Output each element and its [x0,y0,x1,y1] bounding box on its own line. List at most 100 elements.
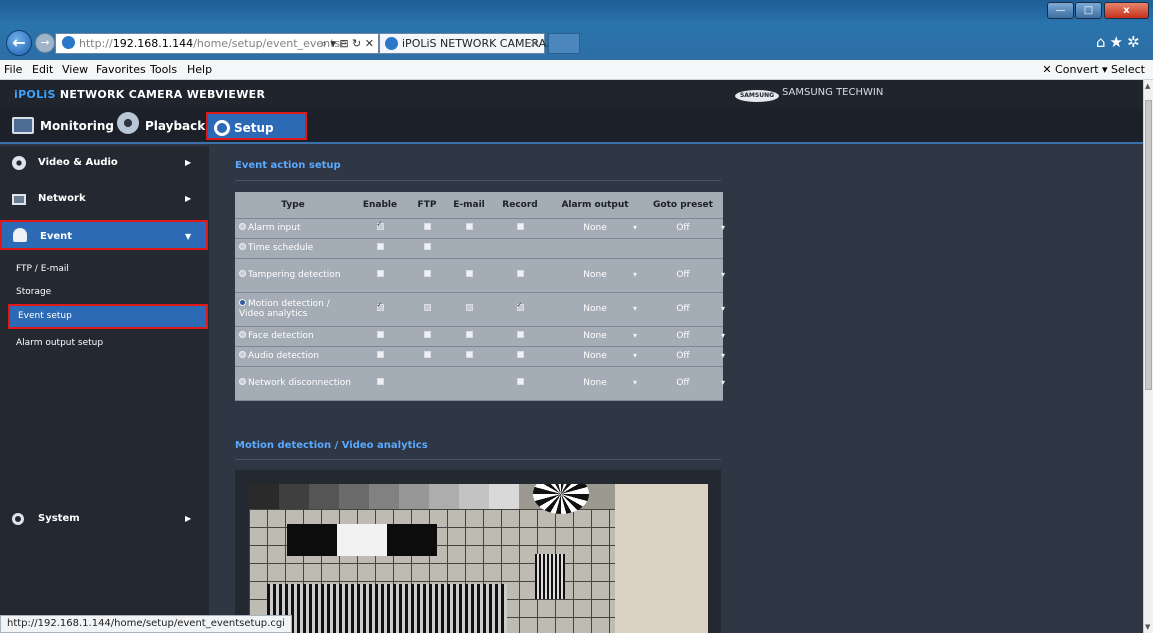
type-cell[interactable]: Tampering detection [235,258,351,293]
email-checkbox[interactable] [465,223,473,230]
table-row: Time schedule [235,238,723,259]
sidebar-sub-event-setup[interactable]: Event setup [8,304,208,329]
ftp-checkbox[interactable] [423,331,431,338]
record-checkbox[interactable] [516,223,524,230]
sidebar-sub-storage[interactable]: Storage [12,281,206,303]
alarm-output-select[interactable]: None [555,331,637,341]
menu-tools[interactable]: Tools [150,60,177,79]
record-checkbox[interactable] [516,351,524,358]
ftp-checkbox[interactable] [423,270,431,277]
sidebar-item-network[interactable]: Network ▶ [0,184,209,214]
type-radio[interactable] [239,378,246,385]
enable-checkbox[interactable] [376,378,384,385]
sidebar-item-system[interactable]: System ▶ [0,504,209,534]
menu-view[interactable]: View [62,60,88,79]
goto-preset-select[interactable]: Off [643,351,725,361]
film-reel-icon [12,156,26,170]
goto-preset-select[interactable]: Off [643,378,725,388]
table-row: Face detection None Off [235,326,725,347]
type-radio[interactable] [239,351,246,358]
sidebar-item-video-audio[interactable]: Video & Audio ▶ [0,148,209,178]
scroll-thumb[interactable] [1145,100,1152,390]
ftp-checkbox[interactable] [423,243,431,250]
alarm-output-select[interactable]: None [555,304,637,314]
status-bar-url: http://192.168.1.144/home/setup/event_ev… [0,615,292,633]
page-scrollbar[interactable]: ▲ ▼ [1143,80,1153,633]
menu-help[interactable]: Help [187,60,212,79]
tab-close-icon[interactable]: ✕ [530,34,539,53]
menu-file[interactable]: File [4,60,22,79]
back-button[interactable]: ← [6,30,32,56]
goto-preset-select[interactable]: Off [643,223,725,233]
ftp-checkbox[interactable] [423,304,431,311]
type-radio[interactable] [239,223,246,230]
ftp-checkbox[interactable] [423,223,431,230]
type-radio-selected[interactable] [239,299,246,306]
scroll-up-icon[interactable]: ▲ [1145,82,1150,90]
close-window-button[interactable]: x [1104,2,1149,19]
section-divider [235,180,721,181]
type-cell[interactable]: Alarm input [235,218,351,239]
tab-setup[interactable]: Setup [206,112,307,140]
goto-preset-select[interactable]: Off [643,304,725,314]
enable-checkbox[interactable] [376,301,384,311]
record-checkbox[interactable] [516,378,524,385]
scroll-down-icon[interactable]: ▼ [1145,623,1150,631]
col-email: E-mail [445,192,493,219]
enable-checkbox[interactable] [376,331,384,338]
enable-checkbox[interactable] [376,270,384,277]
type-cell[interactable]: Time schedule [235,238,351,259]
alarm-output-select[interactable]: None [555,270,637,280]
email-checkbox[interactable] [465,304,473,311]
enable-checkbox[interactable] [376,243,384,250]
address-bar[interactable]: http://192.168.1.144/home/setup/event_ev… [55,33,379,54]
menu-favorites[interactable]: Favorites [96,60,146,79]
alarm-output-select[interactable]: None [555,351,637,361]
minimize-button[interactable]: — [1047,2,1074,19]
type-radio[interactable] [239,270,246,277]
type-radio[interactable] [239,243,246,250]
record-checkbox[interactable] [516,331,524,338]
maximize-button[interactable]: □ [1075,2,1102,19]
email-checkbox[interactable] [465,331,473,338]
convert-select-toolbar[interactable]: ✕ Convert ▾ Select [1042,60,1145,79]
alarm-output-select[interactable]: None [555,378,637,388]
forward-button[interactable]: → [35,33,55,53]
gear-icon [214,120,230,136]
sidebar-sub-alarm-output-setup[interactable]: Alarm output setup [12,332,206,354]
type-radio[interactable] [239,331,246,338]
arrow-down-icon: ▼ [185,232,192,241]
browser-titlebar: — □ x ← → http://192.168.1.144/home/setu… [0,0,1153,60]
menu-edit[interactable]: Edit [32,60,53,79]
record-checkbox[interactable] [516,270,524,277]
col-record: Record [493,192,547,219]
enable-checkbox[interactable] [376,351,384,358]
home-favorites-settings-icons[interactable]: ⌂★✲ [1096,33,1144,51]
alarm-bell-icon [13,228,27,242]
alarm-output-select[interactable]: None [555,223,637,233]
email-checkbox[interactable] [465,270,473,277]
col-goto-preset: Goto preset [643,192,723,219]
type-cell[interactable]: Network disconnection [235,366,351,401]
sidebar-item-event[interactable]: Event ▼ [0,220,208,250]
type-cell[interactable]: Audio detection [235,346,351,367]
type-cell[interactable]: Motion detection / Video analytics [235,292,351,327]
ftp-checkbox[interactable] [423,351,431,358]
enable-checkbox[interactable] [376,220,384,230]
address-protocol: http:// [79,37,113,50]
table-row: Audio detection None Off [235,346,725,367]
type-cell[interactable]: Face detection [235,326,351,347]
camera-live-view[interactable] [249,484,708,633]
email-checkbox[interactable] [465,351,473,358]
col-alarm-output: Alarm output [547,192,643,219]
goto-preset-select[interactable]: Off [643,331,725,341]
goto-preset-select[interactable]: Off [643,270,725,280]
table-row: Alarm input None Off [235,218,725,239]
tab-playback[interactable]: Playback [117,112,205,140]
browser-tab-active[interactable]: iPOLiS NETWORK CAMERA... ✕ [379,33,556,54]
new-tab-button[interactable] [548,33,580,54]
sidebar-sub-ftp-email[interactable]: FTP / E-mail [12,258,206,280]
record-checkbox[interactable] [516,301,524,311]
address-tools-icons[interactable]: ⌕ ▾ ⊟ ↻ ✕ [321,34,374,53]
tab-monitoring[interactable]: Monitoring [12,112,114,140]
